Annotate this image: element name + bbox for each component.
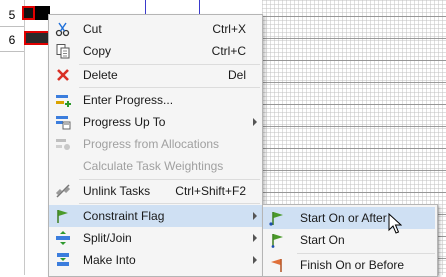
menu-item-label: Copy: [83, 44, 112, 58]
constraint-flag-submenu: Start On or After Start On Finish On or …: [262, 204, 438, 277]
menu-item-label: Progress Up To: [83, 115, 166, 129]
menu-item-shortcut: Ctrl+C: [211, 44, 246, 58]
green-flag-start-on-icon: [269, 232, 285, 248]
flag-icon: [55, 208, 71, 224]
menu-item-label: Progress from Allocations: [83, 137, 220, 151]
menu-item-label: Unlink Tasks: [83, 184, 151, 198]
row-header-6[interactable]: 6: [0, 29, 24, 52]
unlink-icon: [55, 183, 71, 199]
row-header-5[interactable]: 5: [0, 4, 24, 27]
menu-item-constraint-flag[interactable]: Constraint Flag: [49, 205, 262, 227]
menu-item-progress-up-to[interactable]: Progress Up To: [49, 111, 262, 133]
task-bar-selected[interactable]: [22, 6, 35, 20]
submenu-arrow-icon: [253, 212, 257, 220]
menu-item-label: Enter Progress...: [83, 93, 174, 107]
enter-progress-icon: [55, 92, 71, 108]
menu-item-label: Calculate Task Weightings: [83, 159, 224, 173]
menu-item-cut[interactable]: Cut Ctrl+X: [49, 18, 262, 40]
context-menu: Cut Ctrl+X Copy Ctrl+C Delete Del Enter …: [48, 14, 263, 277]
submenu-item-start-on-or-after[interactable]: Start On or After: [263, 207, 435, 229]
menu-separator: [79, 87, 260, 88]
green-flag-start-after-icon: [269, 210, 285, 226]
menu-item-label: Split/Join: [83, 231, 132, 245]
submenu-item-finish-on-or-before[interactable]: Finish On or Before: [263, 254, 435, 276]
scissors-icon: [55, 21, 71, 37]
split-join-icon: [55, 230, 71, 246]
progress-allocations-icon: [55, 136, 71, 152]
copy-icon: [55, 43, 71, 59]
menu-item-shortcut: Ctrl+Shift+F2: [175, 184, 246, 198]
submenu-arrow-icon: [253, 234, 257, 242]
menu-item-unlink-tasks[interactable]: Unlink Tasks Ctrl+Shift+F2: [49, 180, 262, 202]
submenu-item-label: Finish On or Before: [300, 258, 405, 272]
menu-item-shortcut: Del: [227, 68, 246, 82]
submenu-arrow-icon: [253, 118, 257, 126]
progress-up-to-icon: [55, 114, 71, 130]
menu-item-enter-progress[interactable]: Enter Progress...: [49, 89, 262, 111]
menu-item-calculate-task-weightings: Calculate Task Weightings: [49, 155, 262, 177]
menu-item-delete[interactable]: Delete Del: [49, 64, 262, 86]
mouse-cursor-icon: [388, 213, 402, 234]
submenu-item-label: Start On: [300, 233, 345, 247]
delete-x-icon: [55, 67, 71, 83]
menu-item-split-join[interactable]: Split/Join: [49, 227, 262, 249]
task-bar-selected[interactable]: [24, 31, 50, 45]
menu-item-label: Make Into: [83, 253, 136, 267]
orange-flag-finish-icon: [269, 257, 285, 273]
submenu-arrow-icon: [253, 256, 257, 264]
menu-item-shortcut: Ctrl+X: [212, 22, 246, 36]
menu-item-label: Constraint Flag: [83, 209, 165, 223]
menu-item-make-into[interactable]: Make Into: [49, 249, 262, 271]
submenu-item-label: Start On or After: [300, 211, 387, 225]
make-into-icon: [55, 252, 71, 268]
menu-item-label: Delete: [83, 68, 118, 82]
menu-item-label: Cut: [83, 22, 102, 36]
menu-item-progress-from-allocations: Progress from Allocations: [49, 133, 262, 155]
menu-separator: [79, 203, 260, 204]
submenu-item-start-on[interactable]: Start On: [263, 229, 435, 251]
menu-item-copy[interactable]: Copy Ctrl+C: [49, 40, 262, 62]
